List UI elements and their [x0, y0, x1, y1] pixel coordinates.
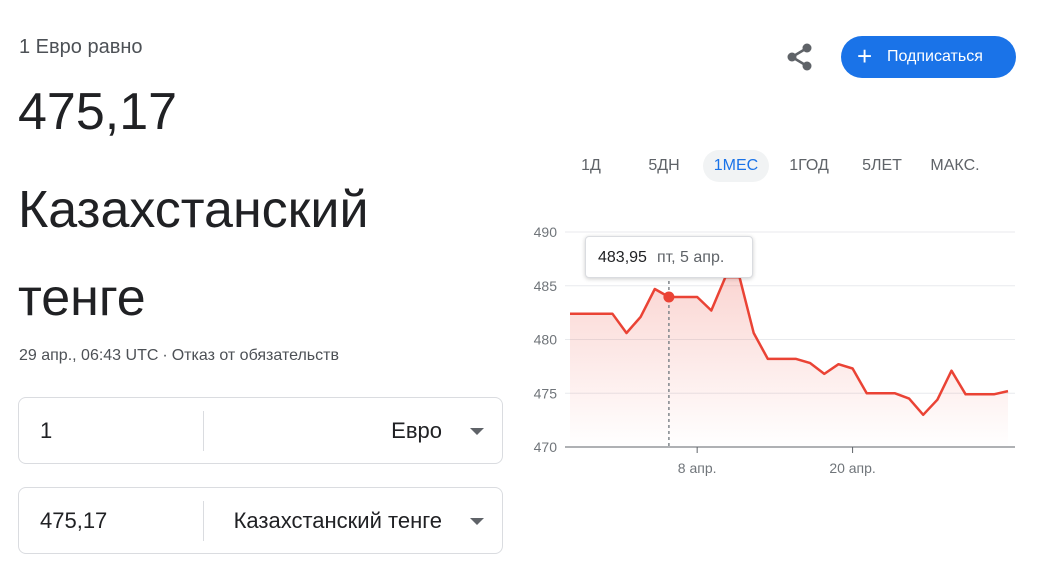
tab-1y[interactable]: 1ГОД: [780, 150, 838, 182]
timestamp-line: 29 апр., 06:43 UTC · Отказ от обязательств: [19, 347, 339, 365]
to-currency-select[interactable]: Казахстанский тенге: [234, 488, 442, 553]
chart-tooltip: 483,95 пт, 5 апр.: [585, 236, 753, 278]
y-tick-label: 480: [534, 332, 558, 348]
y-tick-label: 475: [534, 385, 558, 401]
timestamp: 29 апр., 06:43 UTC: [19, 347, 159, 364]
hover-point: [663, 291, 675, 303]
to-amount-input[interactable]: 475,17: [40, 488, 107, 553]
from-currency-select[interactable]: Евро: [391, 398, 442, 463]
subscribe-button[interactable]: + Подписаться: [841, 36, 1016, 78]
to-currency-row: 475,17 Казахстанский тенге: [18, 487, 503, 554]
disclaimer-link[interactable]: Отказ от обязательств: [172, 347, 339, 364]
x-tick-label: 20 апр.: [829, 460, 876, 476]
y-tick-label: 485: [534, 278, 558, 294]
from-amount-input[interactable]: 1: [40, 398, 52, 463]
tooltip-date: пт, 5 апр.: [656, 249, 725, 266]
tab-1d[interactable]: 1Д: [570, 150, 612, 182]
y-tick-label: 490: [534, 224, 558, 240]
tooltip-value: 483,95: [598, 249, 647, 266]
area-fill: [570, 277, 1008, 447]
subscribe-label: Подписаться: [887, 48, 983, 65]
tab-max[interactable]: МАКС.: [922, 150, 988, 182]
x-tick-label: 8 апр.: [678, 460, 717, 476]
plus-icon: +: [857, 41, 873, 71]
tab-5y[interactable]: 5ЛЕТ: [852, 150, 912, 182]
tab-5d[interactable]: 5ДН: [638, 150, 690, 182]
tab-1m[interactable]: 1МЕС: [703, 150, 769, 182]
divider: [203, 501, 204, 541]
target-currency-name: Казахстанский тенге: [18, 181, 369, 327]
equals-label: 1 Евро равно: [19, 36, 143, 58]
divider: [203, 411, 204, 451]
y-tick-label: 470: [534, 439, 558, 455]
dropdown-arrow-icon[interactable]: [470, 428, 484, 435]
from-currency-row: 1 Евро: [18, 397, 503, 464]
dropdown-arrow-icon[interactable]: [470, 518, 484, 525]
share-icon[interactable]: [783, 40, 817, 74]
separator: ·: [162, 347, 168, 364]
converted-value: 475,17: [18, 83, 178, 141]
